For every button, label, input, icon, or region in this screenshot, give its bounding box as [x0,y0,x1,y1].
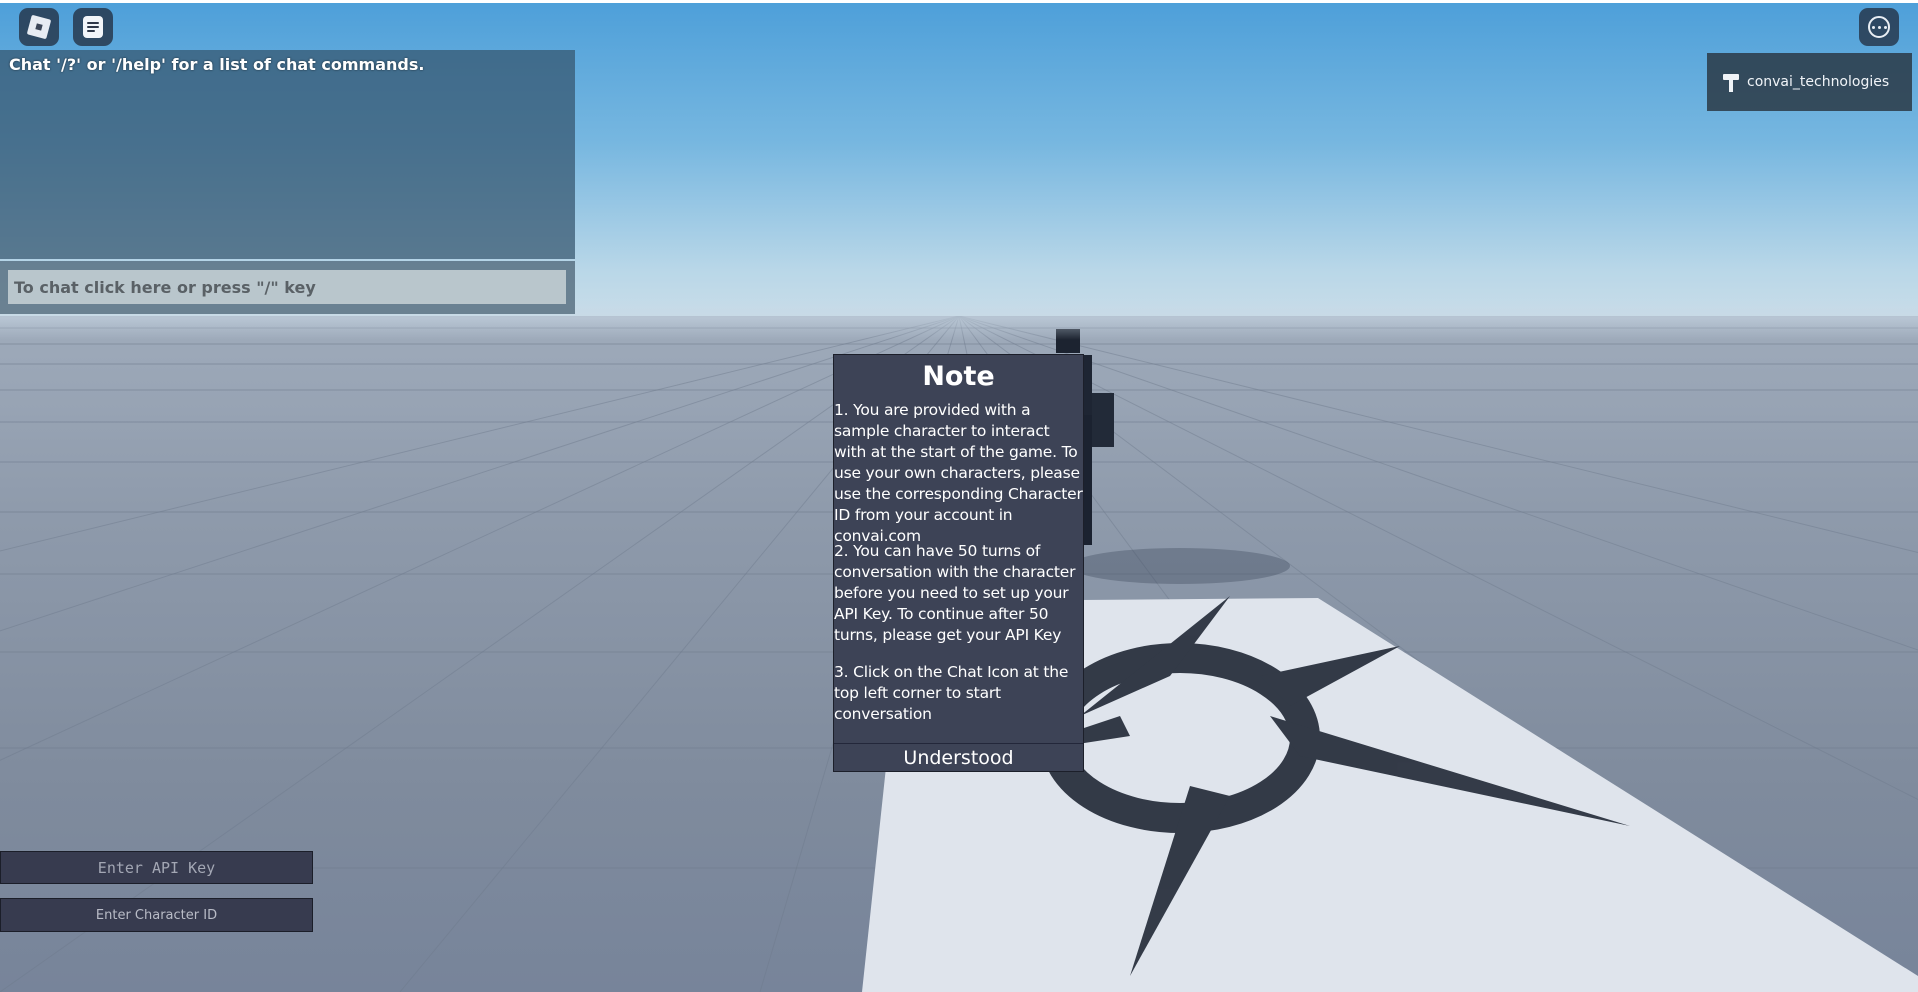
note-paragraph-3: 3. Click on the Chat Icon at the top lef… [834,663,1069,723]
character-id-input[interactable]: Enter Character ID [0,898,313,932]
api-key-input[interactable]: Enter API Key [0,851,313,884]
note-paragraph-1: 1. You are provided with a sample charac… [834,401,1083,545]
more-options-button[interactable] [1859,8,1899,46]
chat-icon [83,16,103,38]
player-list-entry[interactable]: convai_technologies [1707,53,1912,111]
note-dialog: Note 1. You are provided with a sample c… [833,354,1084,772]
note-title: Note [922,361,995,392]
window-top-edge [0,0,1918,3]
player-username: convai_technologies [1747,74,1890,90]
chat-system-message: Chat '/?' or '/help' for a list of chat … [9,55,425,74]
more-options-icon [1868,16,1890,38]
roblox-logo-icon [26,14,52,40]
roblox-menu-button[interactable] [19,8,59,46]
hammer-icon [1723,72,1741,92]
chat-input[interactable]: To chat click here or press "/" key [8,270,566,304]
chat-window[interactable] [0,50,575,259]
note-paragraph-2: 2. You can have 50 turns of conversation… [834,542,1076,644]
understood-button[interactable]: Understood [834,744,1083,772]
chat-toggle-button[interactable] [73,8,113,46]
